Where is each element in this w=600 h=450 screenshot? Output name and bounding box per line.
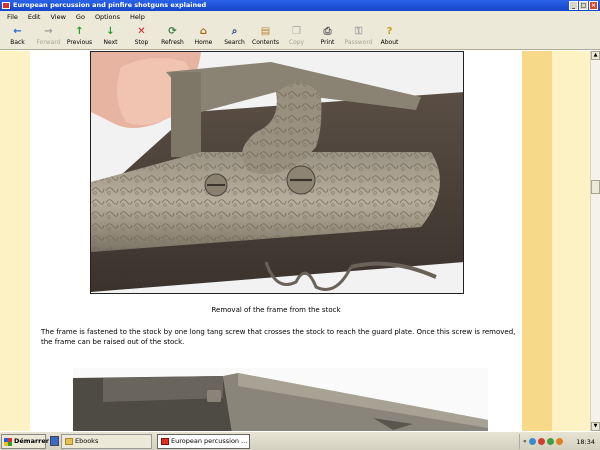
document-viewport: Removal of the frame from the stock The … bbox=[0, 51, 590, 431]
toolbar-button-label: Home bbox=[194, 39, 213, 46]
previous-icon: ↑ bbox=[75, 26, 84, 37]
right-margin-stripe-outer bbox=[552, 51, 590, 431]
maximize-button[interactable]: □ bbox=[579, 1, 588, 10]
scroll-down-button[interactable]: ▼ bbox=[591, 422, 600, 431]
refresh-icon: ⟳ bbox=[168, 26, 177, 37]
toolbar-button-copy[interactable]: ❐ Copy bbox=[281, 23, 312, 50]
toolbar-button-label: Stop bbox=[134, 39, 149, 46]
security-icon[interactable] bbox=[537, 438, 545, 445]
folder-icon bbox=[65, 438, 73, 445]
toolbar-button-back[interactable]: ← Back bbox=[2, 23, 33, 50]
stop-icon: ✕ bbox=[137, 26, 146, 37]
password-icon: ⚿ bbox=[354, 26, 363, 37]
toolbar-button-refresh[interactable]: ⟳ Refresh bbox=[157, 23, 188, 50]
toolbar-button-label: Copy bbox=[288, 39, 305, 46]
network-icon[interactable] bbox=[528, 438, 536, 445]
gun-lock-illustration bbox=[91, 52, 463, 293]
toolbar-button-stop[interactable]: ✕ Stop bbox=[126, 23, 157, 50]
taskbar-item-ebooks[interactable]: Ebooks bbox=[61, 434, 152, 449]
photo-caption: Removal of the frame from the stock bbox=[211, 306, 341, 314]
menu-view[interactable]: View bbox=[45, 11, 70, 23]
taskbar-item-label: Ebooks bbox=[75, 437, 99, 445]
start-label: Démarrer bbox=[14, 437, 49, 445]
toolbar-button-label: Password bbox=[344, 39, 373, 46]
system-tray: « 18:34 bbox=[519, 434, 599, 449]
print-icon: ⎙ bbox=[323, 26, 332, 37]
toolbar-button-label: Previous bbox=[66, 39, 93, 46]
toolbar-button-password[interactable]: ⚿ Password bbox=[343, 23, 374, 50]
home-icon: ⌂ bbox=[199, 26, 208, 37]
scroll-up-button[interactable]: ▲ bbox=[591, 51, 600, 60]
toolbar-button-forward[interactable]: → Forward bbox=[33, 23, 64, 50]
copy-icon: ❐ bbox=[292, 26, 301, 37]
toolbar-button-label: Back bbox=[10, 39, 25, 46]
scroll-thumb[interactable] bbox=[591, 180, 600, 194]
contents-icon: ▤ bbox=[260, 26, 271, 37]
window-controls: _ □ × bbox=[569, 1, 598, 10]
taskbar-item-ebook-reader[interactable]: European percussion ... bbox=[157, 434, 250, 449]
toolbar-button-label: About bbox=[380, 39, 399, 46]
taskbar-item-label: European percussion ... bbox=[171, 437, 248, 445]
toolbar-button-label: Contents bbox=[252, 39, 279, 46]
toolbar-button-label: Forward bbox=[36, 39, 61, 46]
ebook-app-icon bbox=[161, 438, 169, 445]
window-titlebar[interactable]: European percussion and pinfire shotguns… bbox=[0, 0, 600, 11]
toolbar-button-label: Refresh bbox=[161, 39, 184, 46]
search-icon: ⌕ bbox=[231, 26, 238, 37]
quick-launch-icon[interactable] bbox=[50, 436, 59, 446]
windows-logo-icon bbox=[4, 438, 12, 446]
messenger-icon[interactable] bbox=[555, 438, 563, 445]
toolbar-button-contents[interactable]: ▤ Contents bbox=[250, 23, 281, 50]
toolbar-button-home[interactable]: ⌂ Home bbox=[188, 23, 219, 50]
left-margin-stripe bbox=[0, 51, 30, 431]
menu-bar: File Edit View Go Options Help bbox=[0, 11, 600, 23]
toolbar-button-print[interactable]: ⎙ Print bbox=[312, 23, 343, 50]
menu-edit[interactable]: Edit bbox=[23, 11, 46, 23]
gun-lock-photo bbox=[90, 51, 464, 294]
toolbar-button-next[interactable]: ↓ Next bbox=[95, 23, 126, 50]
toolbar-button-label: Next bbox=[103, 39, 118, 46]
start-button[interactable]: Démarrer bbox=[1, 434, 49, 449]
gun-frame-illustration bbox=[73, 368, 488, 431]
menu-help[interactable]: Help bbox=[125, 11, 150, 23]
minimize-button[interactable]: _ bbox=[569, 1, 578, 10]
toolbar-button-previous[interactable]: ↑ Previous bbox=[64, 23, 95, 50]
close-button[interactable]: × bbox=[589, 1, 598, 10]
vertical-scrollbar[interactable]: ▲ ▼ bbox=[590, 51, 600, 431]
toolbar-button-label: Print bbox=[320, 39, 335, 46]
menu-go[interactable]: Go bbox=[71, 11, 90, 23]
toolbar-button-about[interactable]: ? About bbox=[374, 23, 405, 50]
menu-options[interactable]: Options bbox=[90, 11, 125, 23]
menu-file[interactable]: File bbox=[2, 11, 23, 23]
toolbar-button-search[interactable]: ⌕ Search bbox=[219, 23, 250, 50]
toolbar: ← Back → Forward ↑ Previous ↓ Next ✕ Stop ⟳ Refresh… bbox=[0, 23, 600, 50]
antivirus-icon[interactable] bbox=[546, 438, 554, 445]
right-margin-stripe bbox=[522, 51, 552, 431]
next-icon: ↓ bbox=[106, 26, 115, 37]
taskbar: Démarrer Ebooks European percussion ... … bbox=[0, 431, 600, 450]
about-icon: ? bbox=[386, 26, 393, 37]
gun-frame-photo bbox=[73, 368, 488, 431]
body-paragraph: The frame is fastened to the stock by on… bbox=[41, 328, 516, 346]
clock: 18:34 bbox=[576, 437, 595, 446]
window-title: European percussion and pinfire shotguns… bbox=[13, 1, 207, 9]
app-icon bbox=[2, 2, 10, 9]
tray-expand-icon[interactable]: « bbox=[523, 438, 527, 445]
forward-icon: → bbox=[44, 26, 53, 37]
back-icon: ← bbox=[13, 26, 22, 37]
toolbar-button-label: Search bbox=[224, 39, 245, 46]
